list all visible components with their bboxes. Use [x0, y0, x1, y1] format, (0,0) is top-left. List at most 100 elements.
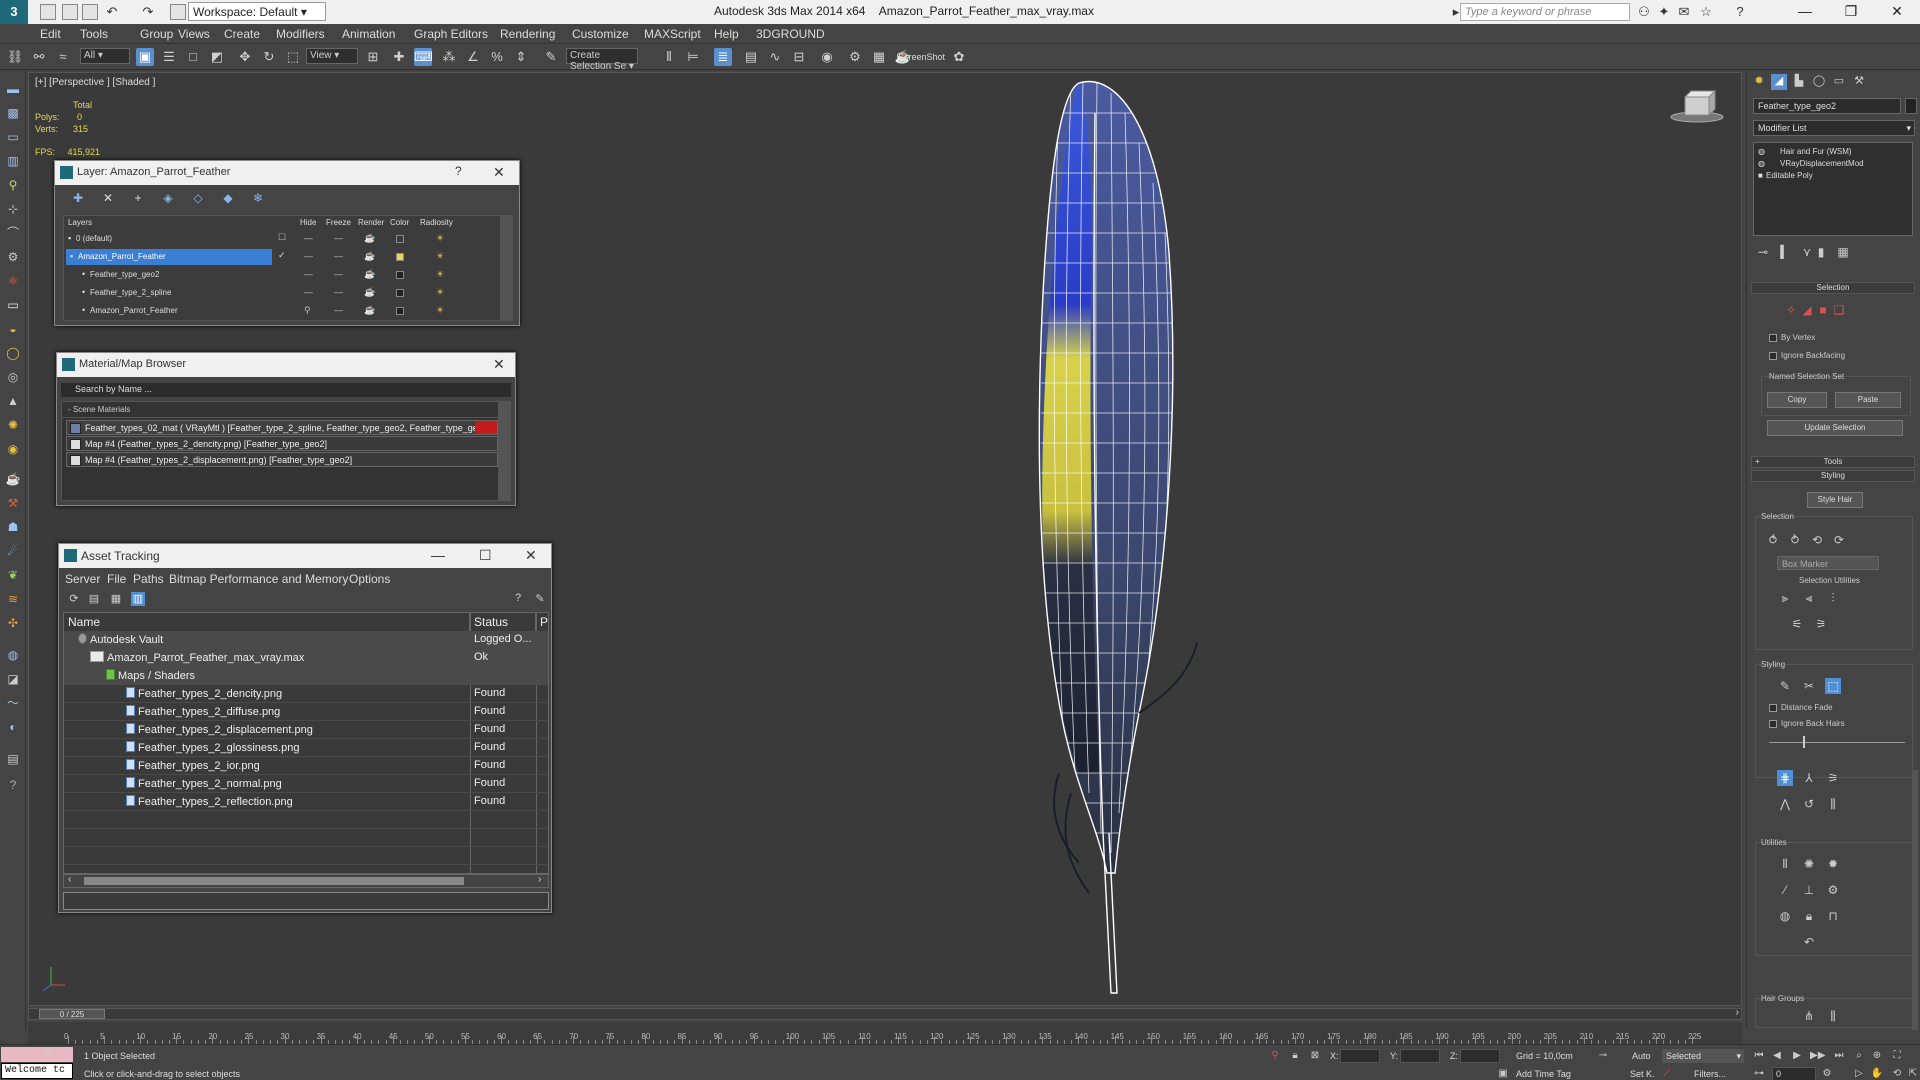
stand-hair-icon[interactable]: ⅄ — [1801, 770, 1817, 786]
zoom-extents-icon[interactable]: ⛶ — [1890, 1049, 1904, 1063]
open-file-icon[interactable] — [62, 4, 78, 20]
col-status[interactable]: Status — [470, 613, 536, 631]
percent-snap-icon[interactable]: % — [488, 48, 506, 66]
menu-modifiers[interactable]: Modifiers — [276, 27, 325, 41]
layer-color-swatch[interactable] — [396, 271, 404, 279]
create-wave-icon[interactable]: 〜 — [4, 694, 22, 712]
render-teapot-icon[interactable]: ☕ — [364, 251, 375, 262]
help-search-input[interactable]: Type a keyword or phrase — [1460, 3, 1630, 21]
col-color[interactable]: Color — [390, 218, 409, 227]
reset-rest-icon[interactable]: ⊥ — [1801, 882, 1817, 898]
menu-group[interactable]: Group — [140, 27, 173, 41]
layer-dialog-close-button[interactable]: ✕ — [493, 164, 505, 181]
layer-color-swatch[interactable] — [396, 235, 404, 243]
hair-guide-icon[interactable]: ✧ — [1783, 302, 1799, 318]
show-end-result-icon[interactable]: ▍ — [1777, 244, 1793, 260]
invert-selection-icon[interactable]: ⫸ — [1777, 590, 1793, 606]
modifier-stack-item[interactable]: VRayDisplacementMod — [1780, 159, 1864, 168]
asset-row[interactable]: Feather_types_2_displacement.png Found — [64, 721, 548, 739]
modifier-toggle-icon[interactable]: ◍ — [1758, 159, 1765, 168]
maximize-viewport-icon[interactable]: ⇱ — [1906, 1067, 1920, 1080]
project-folder-icon[interactable] — [170, 4, 186, 20]
material-editor-icon[interactable]: ◉ — [818, 48, 836, 66]
freeze-toggle[interactable]: — — [334, 287, 343, 297]
help-icon[interactable]: ? — [1732, 4, 1748, 20]
scroll-left-icon[interactable]: ‹ — [68, 874, 71, 885]
asset-help-icon[interactable]: ? — [511, 592, 525, 606]
auto-key-button[interactable]: Auto — [1632, 1051, 1651, 1061]
hide-toggle[interactable]: — — [304, 251, 313, 261]
modifier-toggle-icon[interactable]: ■ — [1758, 171, 1763, 180]
copy-button[interactable]: Copy — [1767, 392, 1827, 408]
distance-fade-checkbox[interactable] — [1769, 704, 1777, 712]
time-config-icon[interactable]: ⚙ — [1820, 1067, 1834, 1080]
next-frame-icon[interactable]: ▶▶ — [1810, 1049, 1825, 1063]
select-guide-vertices-icon[interactable]: ⟲ — [1809, 532, 1825, 548]
recomb-icon[interactable]: ⁄ — [1777, 882, 1793, 898]
absolute-mode-icon[interactable]: ⊠ — [1308, 1049, 1322, 1063]
create-cone-icon[interactable]: ▲ — [4, 392, 22, 410]
material-item[interactable]: Map #4 (Feather_types_2_dencity.png) [Fe… — [66, 436, 498, 451]
communication-icon[interactable]: ✉ — [1676, 4, 1692, 20]
hair-element-icon[interactable]: ❑ — [1831, 302, 1847, 318]
add-to-layer-icon[interactable]: + — [131, 191, 145, 205]
time-slider-knob[interactable]: 0 / 225 — [39, 1009, 105, 1019]
hide-toggle[interactable]: — — [304, 233, 313, 243]
highlight-selected-icon[interactable]: ◇ — [191, 191, 205, 205]
rect-selection-icon[interactable]: □ — [184, 48, 202, 66]
create-light-icon[interactable]: ⚲ — [4, 176, 22, 194]
material-browser-close-button[interactable]: ✕ — [493, 356, 505, 373]
hide-selected-icon[interactable]: ⚟ — [1789, 616, 1805, 632]
asset-row[interactable]: Feather_types_2_normal.png Found — [64, 775, 548, 793]
attenuate-icon[interactable]: ⦀ — [1777, 856, 1793, 872]
modifier-stack-item[interactable]: Hair and Fur (WSM) — [1780, 147, 1852, 156]
pop-zero-icon[interactable]: ✹ — [1825, 856, 1841, 872]
zoom-icon[interactable]: ⌕ — [1852, 1049, 1866, 1063]
asset-menu-server[interactable]: Server — [65, 572, 100, 586]
material-search-input[interactable]: Search by Name ... — [61, 383, 511, 397]
create-teapot-icon[interactable]: ☕ — [4, 470, 22, 488]
layer-manager-icon[interactable]: ≣ — [714, 48, 732, 66]
bind-space-warp-icon[interactable]: ≈ — [54, 48, 72, 66]
curve-editor-icon[interactable]: ∿ — [766, 48, 784, 66]
layer-table-scrollbar[interactable] — [500, 216, 512, 320]
radiosity-icon[interactable]: ☀ — [436, 269, 444, 280]
freeze-toggle[interactable]: — — [334, 233, 343, 243]
snaps-toggle-icon[interactable]: ⁂ — [440, 48, 458, 66]
menu-help[interactable]: Help — [714, 27, 739, 41]
toggle-collisions-icon[interactable]: ⚙ — [1825, 882, 1841, 898]
asset-row[interactable]: Feather_types_2_reflection.png Found — [64, 793, 548, 811]
spinner-snap-icon[interactable]: ⇕ — [512, 48, 530, 66]
menu-animation[interactable]: Animation — [342, 27, 395, 41]
light-bulb-icon[interactable]: ⚲ — [304, 305, 311, 316]
asset-row[interactable]: Feather_types_2_dencity.png Found — [64, 685, 548, 703]
ignore-backfacing-checkbox[interactable] — [1769, 352, 1777, 360]
create-sphere-icon[interactable]: ◒ — [4, 320, 22, 338]
create-grid-icon[interactable]: ▥ — [4, 152, 22, 170]
asset-menu-paths[interactable]: Paths — [133, 572, 164, 586]
screenshot-label[interactable]: ScreenShot — [898, 52, 945, 62]
hide-unhide-all-icon[interactable]: ◆ — [221, 191, 235, 205]
menu-tools[interactable]: Tools — [80, 27, 108, 41]
pivot-center-icon[interactable]: ⊞ — [364, 48, 382, 66]
current-layer-checkbox[interactable]: ☐ — [278, 232, 286, 243]
time-tag-icon[interactable]: ▣ — [1496, 1067, 1510, 1080]
set-key-button[interactable]: Set K. — [1630, 1069, 1655, 1079]
tree-view-icon[interactable]: ▥ — [131, 592, 145, 606]
redo-icon[interactable]: ↷ — [140, 4, 156, 20]
hierarchy-tab-icon[interactable]: ▙ — [1791, 74, 1807, 90]
layer-color-swatch[interactable] — [396, 253, 404, 261]
scene-materials-header[interactable]: - Scene Materials — [62, 402, 510, 418]
box-marker-dropdown[interactable]: Box Marker — [1777, 556, 1879, 570]
angle-snap-icon[interactable]: ∠ — [464, 48, 482, 66]
track-bar[interactable]: 0 5 10 15 20 25 30 35 40 45 50 55 60 65 70 75 80 85 90 95 10… — [28, 1022, 1742, 1044]
modify-tab-icon[interactable]: ◢ — [1771, 74, 1787, 90]
rotate-selection-icon[interactable]: ⫷ — [1801, 590, 1817, 606]
reference-coord-dropdown[interactable]: View ▾ — [306, 48, 358, 64]
asset-menu-options[interactable]: Options — [349, 572, 390, 586]
align-icon[interactable]: ⊨ — [684, 48, 702, 66]
selection-set-dropdown[interactable]: Selected ▾ — [1662, 1049, 1744, 1063]
layer-color-swatch[interactable] — [396, 307, 404, 315]
by-vertex-checkbox[interactable] — [1769, 334, 1777, 342]
subscription-icon[interactable]: ✦ — [1656, 4, 1672, 20]
